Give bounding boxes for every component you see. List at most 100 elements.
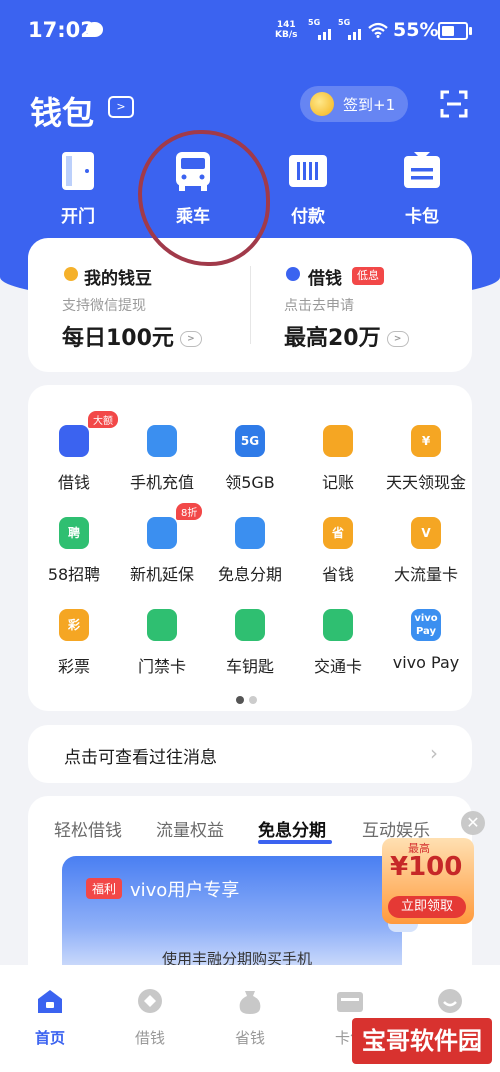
service-item[interactable]: 手机充值 [116, 423, 208, 493]
service-icon: 聘 [57, 515, 91, 551]
service-label: 省钱 [321, 565, 354, 584]
quick-action-card-wallet[interactable]: 卡包 [382, 150, 462, 227]
service-item[interactable]: 免息分期 [204, 515, 296, 585]
title-switch-button[interactable]: > [108, 96, 134, 118]
borrow-section[interactable]: 借钱 点击去申请 最高20万 > [250, 238, 472, 372]
home-icon [38, 990, 62, 1013]
service-icon [321, 423, 355, 459]
tab-easy-borrow[interactable]: 轻松借钱 [54, 816, 122, 841]
service-icon: vivo Pay [409, 607, 443, 643]
network-speed: 141 KB/s [275, 20, 297, 40]
service-badge: 大额 [88, 411, 118, 428]
service-badge: 8折 [176, 503, 203, 520]
active-tab-indicator [258, 840, 332, 844]
service-label: 车钥匙 [225, 657, 274, 676]
service-icon-glyph [235, 609, 265, 641]
tab-interest-free[interactable]: 免息分期 [258, 816, 326, 841]
service-item[interactable]: vivo Pay vivo Pay [380, 607, 472, 672]
service-label: 新机延保 [129, 565, 194, 584]
service-item[interactable]: 记账 [292, 423, 384, 493]
service-label: 手机充值 [129, 473, 194, 492]
service-icon: 5G [233, 423, 267, 459]
close-icon[interactable]: ✕ [461, 811, 485, 835]
service-label: 彩票 [57, 657, 90, 676]
page-dot-active [236, 696, 244, 704]
beans-value: 每日100元 [62, 326, 174, 351]
nav-label: 首页 [34, 1029, 65, 1047]
beans-value-row: 每日100元 > [62, 320, 202, 352]
nav-save[interactable]: 省钱 [220, 987, 280, 1048]
service-icon-glyph: 5G [235, 425, 265, 457]
service-label: 领5GB [225, 473, 275, 492]
borrow-subtitle: 点击去申请 [284, 298, 354, 314]
service-item[interactable]: 彩彩票 [28, 607, 120, 677]
borrow-title: 借钱 [308, 269, 342, 289]
quick-action-pay[interactable]: 付款 [268, 150, 348, 227]
service-icon [321, 607, 355, 643]
service-item[interactable]: 8折新机延保 [116, 503, 208, 585]
barcode-icon [289, 155, 327, 187]
battery-icon [438, 22, 472, 40]
service-label: 免息分期 [217, 565, 282, 584]
service-icon-glyph [323, 609, 353, 641]
service-icon [233, 607, 267, 643]
service-icon-glyph: V [411, 517, 441, 549]
signal-icon-2: 5G [338, 18, 364, 40]
coupon-claim-button[interactable]: 立即领取 [388, 896, 466, 918]
coupon-floating-button[interactable]: 最高 ¥100 立即领取 [382, 838, 474, 924]
quick-action-label: 卡包 [405, 207, 439, 227]
service-icon-glyph: 聘 [59, 517, 89, 549]
service-item[interactable]: 聘 58招聘 [28, 515, 120, 585]
service-item[interactable]: ¥ 天天领现金 [380, 423, 472, 493]
service-label: 58招聘 [47, 565, 101, 584]
message-icon [86, 22, 103, 37]
nav-label: 省钱 [234, 1029, 265, 1047]
chevron-right-icon: › [430, 741, 438, 765]
service-icon [145, 607, 179, 643]
card-wallet-icon [404, 152, 440, 188]
service-icon-glyph: 省 [323, 517, 353, 549]
nav-label: 借钱 [134, 1029, 165, 1047]
service-item[interactable]: 5G 领5GB [204, 423, 296, 493]
signal-icon: 5G [308, 18, 334, 40]
service-item[interactable]: 大额借钱 [28, 411, 120, 493]
scan-icon[interactable] [440, 90, 468, 118]
bean-icon [64, 267, 78, 281]
tab-data-benefits[interactable]: 流量权益 [156, 816, 224, 841]
door-icon [62, 152, 94, 190]
service-item[interactable]: 交通卡 [292, 607, 384, 677]
page-indicator [236, 689, 262, 708]
status-time: 17:02 [28, 18, 95, 42]
service-label: 记账 [321, 473, 354, 492]
service-icon-glyph [59, 425, 89, 457]
welfare-tag: 福利 [86, 878, 123, 899]
chevron-right-icon: > [386, 331, 409, 347]
wallet-summary-card: 我的钱豆 支持微信提现 每日100元 > 借钱 点击去申请 最高20万 > [28, 238, 472, 372]
service-icon [57, 423, 91, 459]
service-icon-glyph [235, 517, 265, 549]
chevron-right-icon: > [179, 331, 202, 347]
borrow-value-row: 最高20万 > [284, 320, 409, 352]
service-item[interactable]: 门禁卡 [116, 607, 208, 677]
borrow-icon [286, 267, 300, 281]
signin-button[interactable]: 签到+1 [300, 86, 408, 122]
service-icon-glyph [147, 609, 177, 641]
beans-subtitle: 支持微信提现 [62, 298, 146, 314]
coin-icon [310, 92, 334, 116]
service-item[interactable]: 车钥匙 [204, 607, 296, 677]
quick-action-open-door[interactable]: 开门 [38, 150, 118, 227]
nav-borrow[interactable]: 借钱 [120, 987, 180, 1048]
service-label: vivo Pay [392, 653, 460, 672]
beans-title: 我的钱豆 [84, 269, 152, 289]
message-history-row[interactable]: 点击可查看过往消息 › [28, 725, 472, 783]
battery-percent: 55% [393, 19, 439, 41]
service-label: 借钱 [57, 473, 90, 492]
message-history-text: 点击可查看过往消息 [64, 748, 217, 768]
service-item[interactable]: V 大流量卡 [380, 515, 472, 585]
service-icon-glyph [323, 425, 353, 457]
coupon-amount: ¥100 [390, 852, 463, 882]
nav-home[interactable]: 首页 [20, 987, 80, 1048]
service-item[interactable]: 省省钱 [292, 515, 384, 585]
service-icon [233, 515, 267, 551]
page-title: 钱包 [30, 94, 95, 132]
